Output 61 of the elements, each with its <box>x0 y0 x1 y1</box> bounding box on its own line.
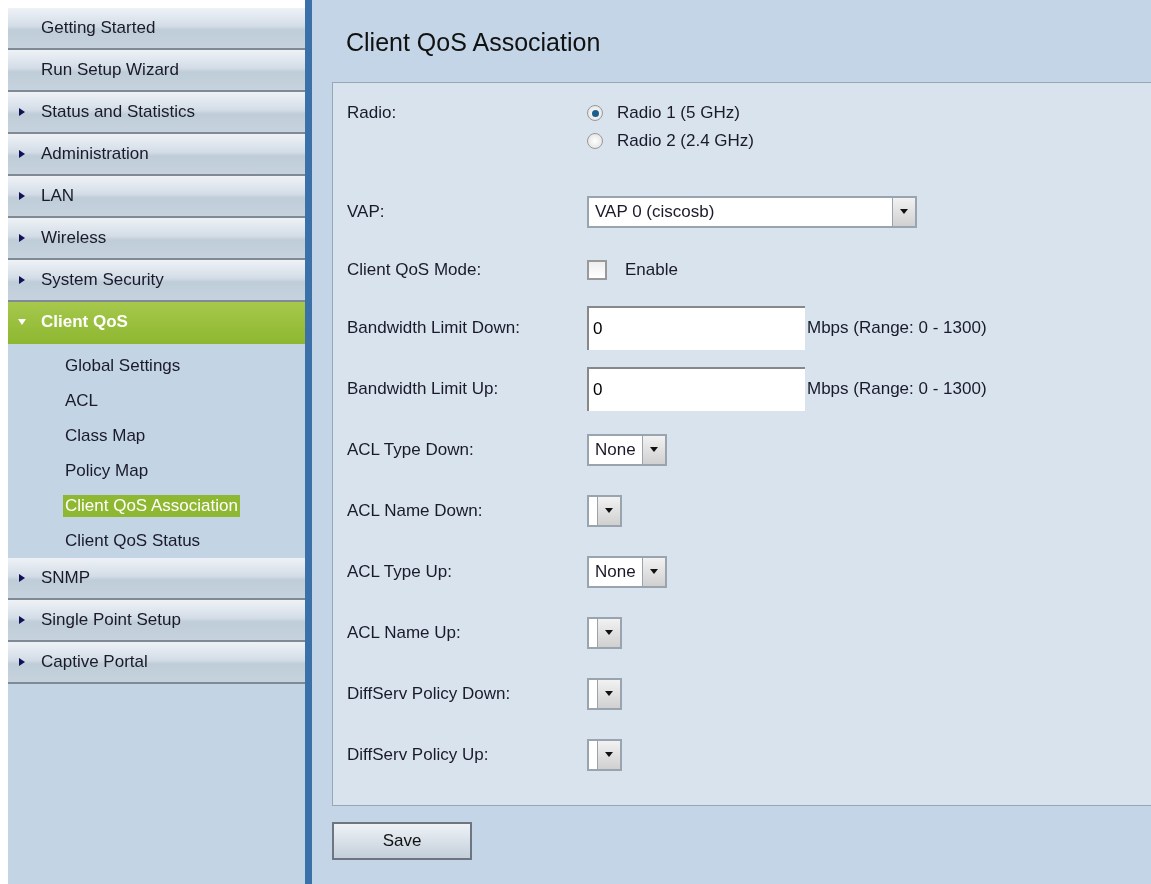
dropdown[interactable]: VAP 0 (ciscosb) <box>587 195 917 228</box>
field-label: DiffServ Policy Down: <box>347 683 512 704</box>
dropdown[interactable] <box>587 738 622 771</box>
caret-icon <box>641 435 665 464</box>
range-hint: Mbps (Range: 0 - 1300) <box>807 378 987 399</box>
sidebar-subitem[interactable]: Client QoS Status <box>63 529 203 552</box>
checkbox-label: Enable <box>625 259 678 280</box>
dropdown[interactable] <box>587 616 622 649</box>
field-label: ACL Name Down: <box>347 500 484 521</box>
page-title: Client QoS Association <box>346 28 602 58</box>
sidebar-item[interactable]: Wireless <box>8 218 305 260</box>
caret-icon <box>18 318 26 326</box>
input-field[interactable]: 0 <box>587 366 805 411</box>
save-button[interactable]: Save <box>332 822 472 860</box>
caret-icon <box>597 740 620 769</box>
sidebar-item[interactable]: Status and Statistics <box>8 92 305 134</box>
input-field[interactable]: 0 <box>587 305 805 350</box>
sidebar-item[interactable]: LAN <box>8 176 305 218</box>
field-label: Bandwidth Limit Up: <box>347 378 500 399</box>
caret-icon <box>597 496 620 525</box>
field-label: Radio: <box>347 103 398 123</box>
caret-icon <box>18 150 26 158</box>
caret-icon <box>597 618 620 647</box>
sidebar-subitem[interactable]: Class Map <box>63 424 148 447</box>
sidebar-item[interactable]: System Security <box>8 260 305 302</box>
caret-icon <box>892 197 915 226</box>
dropdown[interactable] <box>587 494 622 527</box>
radio-button[interactable] <box>587 105 603 121</box>
dropdown[interactable] <box>587 677 622 710</box>
caret-icon <box>18 192 26 200</box>
sidebar-item[interactable]: Single Point Setup <box>8 600 305 642</box>
dropdown[interactable]: None <box>587 433 667 466</box>
caret-icon <box>18 616 26 624</box>
dropdown[interactable]: None <box>587 555 667 588</box>
checkbox[interactable] <box>587 259 607 280</box>
caret-icon <box>18 658 26 666</box>
radio-button[interactable] <box>587 133 603 149</box>
caret-icon <box>18 574 26 582</box>
sidebar-item[interactable]: Getting Started <box>8 8 305 50</box>
caret-icon <box>18 108 26 116</box>
sidebar-item[interactable]: Captive Portal <box>8 642 305 684</box>
field-label: ACL Type Up: <box>347 561 453 582</box>
caret-icon <box>18 234 26 242</box>
caret-icon <box>597 679 620 708</box>
field-label: ACL Type Down: <box>347 439 475 460</box>
field-label: Client QoS Mode: <box>347 259 483 280</box>
field-label: VAP: <box>347 201 386 222</box>
range-hint: Mbps (Range: 0 - 1300) <box>807 317 987 338</box>
field-label: Bandwidth Limit Down: <box>347 317 521 338</box>
radio-label: Radio 2 (2.4 GHz) <box>617 131 754 151</box>
sidebar-item[interactable]: Run Setup Wizard <box>8 50 305 92</box>
sidebar-item[interactable]: SNMP <box>8 558 305 600</box>
field-label: DiffServ Policy Up: <box>347 744 490 765</box>
field-label: ACL Name Up: <box>347 622 462 643</box>
sidebar-subitem[interactable]: Global Settings <box>63 354 183 377</box>
radio-label: Radio 1 (5 GHz) <box>617 103 740 123</box>
caret-icon <box>641 557 665 586</box>
sidebar-item[interactable]: Administration <box>8 134 305 176</box>
sidebar-subitem[interactable]: ACL <box>63 389 101 412</box>
sidebar-subitem[interactable]: Policy Map <box>63 459 151 482</box>
caret-icon <box>18 276 26 284</box>
